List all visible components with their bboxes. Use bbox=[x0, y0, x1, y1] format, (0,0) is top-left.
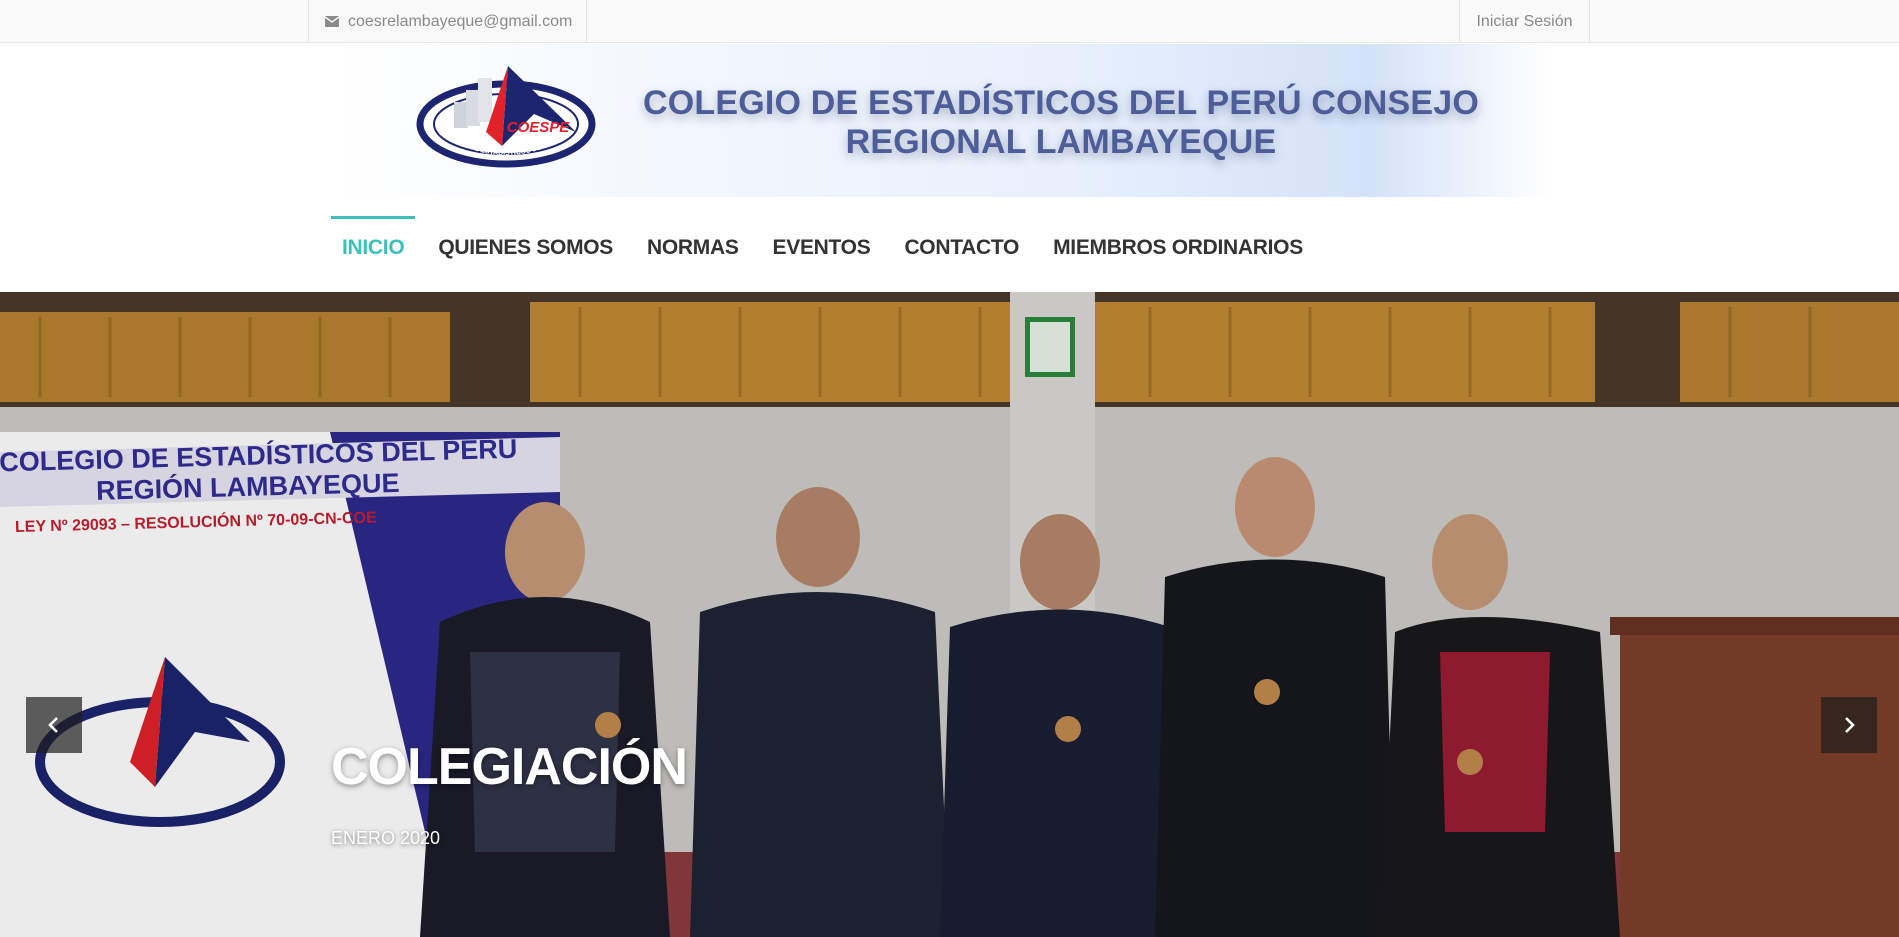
top-bar: coesrelambayeque@gmail.com Iniciar Sesió… bbox=[0, 0, 1899, 43]
nav-item-miembros-ordinarios[interactable]: MIEMBROS ORDINARIOS bbox=[1042, 216, 1314, 276]
photo-banner-text: COLEGIO DE ESTADÍSTICOS DEL PERÚ REGIÓN … bbox=[0, 433, 561, 538]
svg-text:COESPE: COESPE bbox=[507, 119, 571, 136]
nav-item-normas[interactable]: NORMAS bbox=[636, 216, 750, 276]
nav-item-inicio[interactable]: INICIO bbox=[331, 216, 416, 276]
login-link[interactable]: Iniciar Sesión bbox=[1459, 0, 1590, 43]
slider-prev-button[interactable] bbox=[26, 697, 82, 753]
coespe-logo[interactable]: COESPE COLEGIO DE ESTADÍSTICOS DEL PERÚ bbox=[416, 62, 596, 168]
hero-photo bbox=[0, 292, 1899, 937]
envelope-icon bbox=[325, 16, 339, 27]
slider-next-button[interactable] bbox=[1821, 697, 1877, 753]
main-nav: INICIO QUIENES SOMOS NORMAS EVENTOS CONT… bbox=[331, 216, 1326, 276]
nav-item-quienes-somos[interactable]: QUIENES SOMOS bbox=[427, 216, 624, 276]
chevron-left-icon bbox=[48, 717, 58, 733]
contact-email[interactable]: coesrelambayeque@gmail.com bbox=[308, 0, 588, 43]
slide-title: COLEGIACIÓN bbox=[331, 738, 688, 796]
slide-subtitle: ENERO 2020 bbox=[331, 828, 441, 848]
site-title-line-2: REGIONAL LAMBAYEQUE bbox=[845, 123, 1277, 161]
site-title: COLEGIO DE ESTADÍSTICOS DEL PERÚ CONSEJO… bbox=[631, 84, 1491, 162]
email-text: coesrelambayeque@gmail.com bbox=[348, 12, 573, 30]
chevron-right-icon bbox=[1845, 717, 1855, 733]
site-title-line-1: COLEGIO DE ESTADÍSTICOS DEL PERÚ CONSEJO bbox=[642, 84, 1480, 122]
nav-item-contacto[interactable]: CONTACTO bbox=[893, 216, 1030, 276]
nav-item-eventos[interactable]: EVENTOS bbox=[762, 216, 882, 276]
hero-slider: COLEGIO DE ESTADÍSTICOS DEL PERÚ REGIÓN … bbox=[0, 292, 1899, 937]
header-banner: COESPE COLEGIO DE ESTADÍSTICOS DEL PERÚ … bbox=[331, 44, 1553, 197]
